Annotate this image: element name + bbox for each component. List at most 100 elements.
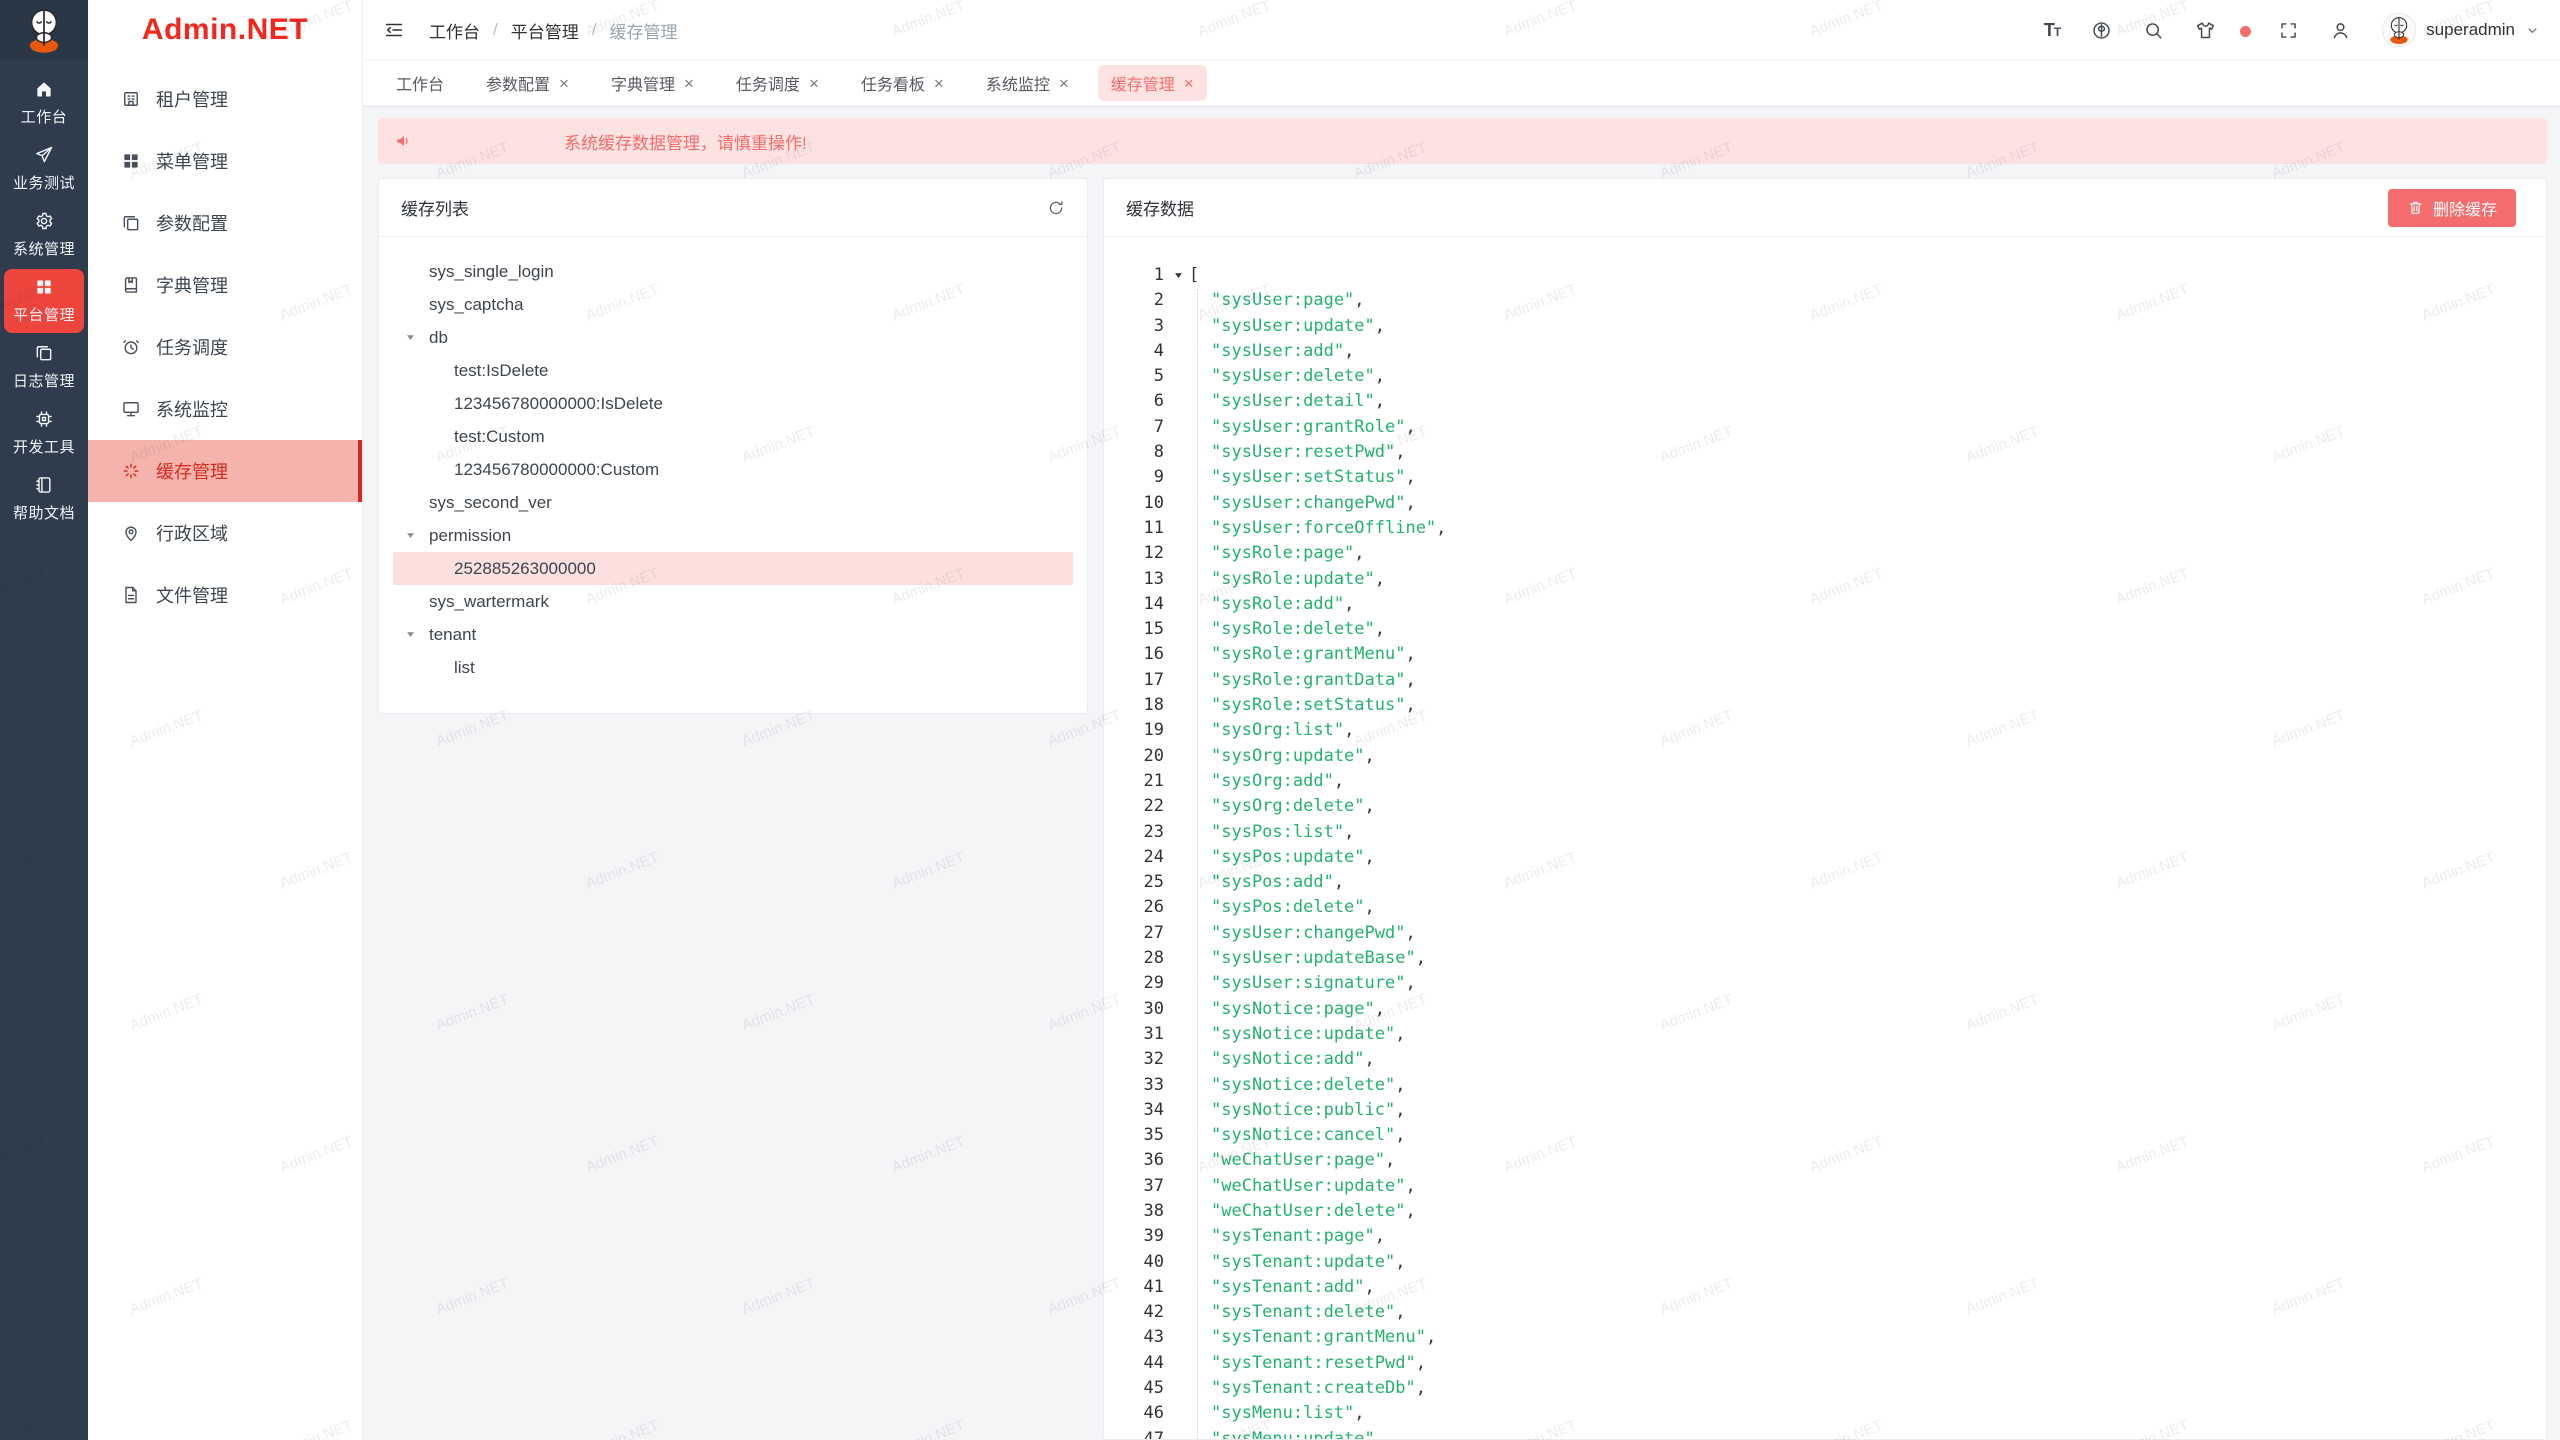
tab-close-icon[interactable]: × [809,75,819,92]
breadcrumb-item[interactable]: 平台管理 [511,18,579,43]
json-string: "sysPos:add" [1211,872,1334,892]
language-icon[interactable] [2091,20,2112,41]
dict-icon [121,275,141,295]
line-number: 17 [1104,668,1164,693]
code-line: 22"sysOrg:delete", [1104,794,2546,819]
json-string: "sysNotice:update" [1211,1024,1395,1044]
fold-caret-icon[interactable] [1173,270,1184,281]
tab-5[interactable]: 任务看板× [848,65,957,101]
tab-close-icon[interactable]: × [1059,75,1069,92]
profile-icon[interactable] [2330,20,2351,41]
code-content: "sysUser:signature", [1164,971,1416,996]
font-size-icon[interactable]: TT [2044,20,2060,41]
menu-item-job[interactable]: 任务调度 [88,316,362,378]
tree-caret-icon[interactable] [399,530,421,541]
json-string: "sysTenant:grantMenu" [1211,1327,1426,1347]
breadcrumb-item[interactable]: 工作台 [429,18,480,43]
docs-icon [34,343,54,363]
json-comma: , [1344,720,1354,740]
refresh-icon[interactable] [1047,199,1065,217]
app-logo[interactable] [0,0,88,60]
menu-item-config[interactable]: 参数配置 [88,192,362,254]
json-comma: , [1405,670,1415,690]
menu-item-region[interactable]: 行政区域 [88,502,362,564]
code-line: 33"sysNotice:delete", [1104,1073,2546,1098]
tree-node[interactable]: db [393,321,1073,354]
rail-item-platform[interactable]: 平台管理 [4,269,84,333]
code-content: "sysRole:setStatus", [1164,693,1416,718]
rail-item-logs[interactable]: 日志管理 [4,335,84,399]
json-string: "sysNotice:public" [1211,1100,1395,1120]
tree-caret-icon[interactable] [399,332,421,343]
json-comma: , [1436,518,1446,538]
rail-item-system[interactable]: 系统管理 [4,203,84,267]
tree-node[interactable]: 123456780000000:Custom [393,453,1073,486]
code-line: 42"sysTenant:delete", [1104,1300,2546,1325]
search-icon[interactable] [2143,20,2164,41]
tree-node[interactable]: sys_captcha [393,288,1073,321]
json-comma: , [1375,569,1385,589]
tree-node[interactable]: test:IsDelete [393,354,1073,387]
rail-item-workbench[interactable]: 工作台 [4,71,84,135]
line-number: 15 [1104,617,1164,642]
tree-node[interactable]: sys_single_login [393,255,1073,288]
code-content: "sysUser:page", [1164,288,1365,313]
menu-item-dict[interactable]: 字典管理 [88,254,362,316]
tab-close-icon[interactable]: × [559,75,569,92]
tree-node[interactable]: sys_second_ver [393,486,1073,519]
json-string: "sysRole:delete" [1211,619,1375,639]
tree-node[interactable]: 123456780000000:IsDelete [393,387,1073,420]
rail-item-biz-test[interactable]: 业务测试 [4,137,84,201]
tab-7[interactable]: 缓存管理× [1098,65,1207,101]
code-content: "sysOrg:list", [1164,718,1354,743]
tree-node[interactable]: permission [393,519,1073,552]
menu-item-monitor[interactable]: 系统监控 [88,378,362,440]
tab-close-icon[interactable]: × [934,75,944,92]
menu-item-tenant[interactable]: 租户管理 [88,68,362,130]
cache-list-title: 缓存列表 [401,195,469,220]
json-string: "sysUser:changePwd" [1211,493,1405,513]
theme-icon[interactable] [2195,20,2216,41]
tree-node-label: sys_single_login [429,262,554,282]
tab-3[interactable]: 字典管理× [598,65,707,101]
menu-item-cache[interactable]: 缓存管理 [88,440,362,502]
code-line: 16"sysRole:grantMenu", [1104,642,2546,667]
tree-node[interactable]: tenant [393,618,1073,651]
tab-2[interactable]: 参数配置× [473,65,582,101]
json-string: "sysRole:setStatus" [1211,695,1405,715]
json-string: "sysRole:grantData" [1211,670,1405,690]
tree-node[interactable]: list [393,651,1073,684]
delete-cache-button[interactable]: 删除缓存 [2388,189,2516,227]
menu-item-menu[interactable]: 菜单管理 [88,130,362,192]
code-content: "sysUser:update", [1164,314,1385,339]
tab-6[interactable]: 系统监控× [973,65,1082,101]
tree-node[interactable]: test:Custom [393,420,1073,453]
code-content: "sysUser:detail", [1164,389,1385,414]
rail-item-help-docs[interactable]: 帮助文档 [4,467,84,531]
tree-node-selected[interactable]: 252885263000000 [393,552,1073,585]
menu-fold-icon[interactable] [383,19,405,41]
tree-node[interactable]: sys_wartermark [393,585,1073,618]
code-content: "sysPos:delete", [1164,895,1375,920]
breadcrumb-separator: / [592,20,597,40]
json-string: "sysTenant:add" [1211,1277,1365,1297]
tree-caret-icon[interactable] [399,629,421,640]
primary-sidebar: 工作台业务测试系统管理平台管理日志管理开发工具帮助文档 [0,0,88,1440]
json-comma: , [1375,619,1385,639]
code-content: "sysNotice:cancel", [1164,1123,1405,1148]
code-line: 46"sysMenu:list", [1104,1401,2546,1426]
json-comma: , [1365,897,1375,917]
tab-1[interactable]: 工作台 [383,65,457,101]
json-editor[interactable]: 1[2"sysUser:page",3"sysUser:update",4"sy… [1104,237,2546,1439]
tab-close-icon[interactable]: × [684,75,694,92]
tab-close-icon[interactable]: × [1184,75,1194,92]
rail-item-dev-tools[interactable]: 开发工具 [4,401,84,465]
tab-label: 任务调度 [736,71,800,95]
line-number: 32 [1104,1047,1164,1072]
fullscreen-icon[interactable] [2278,20,2299,41]
tab-4[interactable]: 任务调度 × [723,65,832,101]
menu-item-file[interactable]: 文件管理 [88,564,362,626]
user-menu[interactable]: superadmin [2382,13,2540,47]
code-line: 21"sysOrg:add", [1104,769,2546,794]
code-content: "sysRole:page", [1164,541,1365,566]
